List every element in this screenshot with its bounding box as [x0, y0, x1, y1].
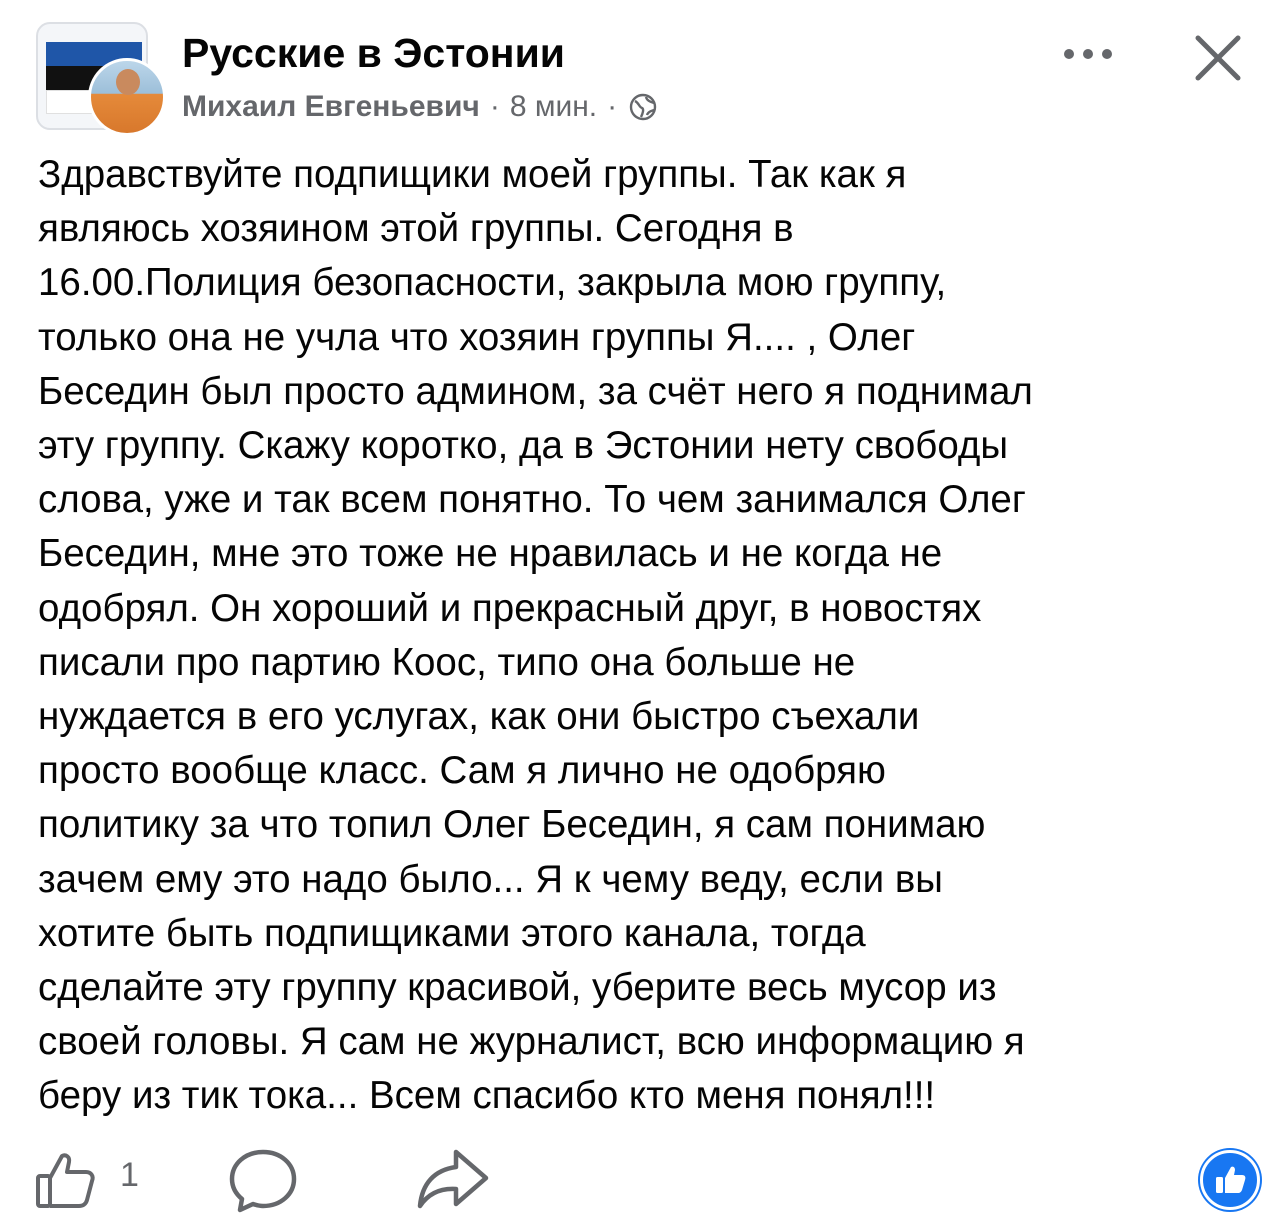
meta-separator: ·: [489, 90, 500, 123]
post-text: Здравствуйте подпищики моей группы. Так …: [38, 153, 1033, 1118]
post-time[interactable]: 8 мин.: [510, 90, 597, 124]
author-avatar[interactable]: [88, 58, 166, 136]
group-name[interactable]: Русские в Эстонии: [182, 30, 565, 77]
comment-icon[interactable]: [226, 1146, 300, 1216]
post-header: Русские в Эстонии Михаил Евгеньевич · 8 …: [0, 0, 1284, 140]
share-icon[interactable]: [414, 1146, 490, 1212]
more-horizontal-icon[interactable]: [1060, 40, 1116, 70]
post-actions: 1: [0, 1140, 1284, 1220]
close-icon[interactable]: [1190, 30, 1246, 86]
like-count[interactable]: 1: [120, 1156, 139, 1195]
post-meta: Михаил Евгеньевич · 8 мин. ·: [182, 90, 657, 124]
author-name[interactable]: Михаил Евгеньевич: [182, 90, 480, 124]
thumbs-up-icon[interactable]: [34, 1148, 98, 1212]
like-reaction-icon[interactable]: [1200, 1150, 1260, 1210]
globe-icon: [629, 93, 657, 121]
meta-separator: ·: [607, 90, 618, 123]
